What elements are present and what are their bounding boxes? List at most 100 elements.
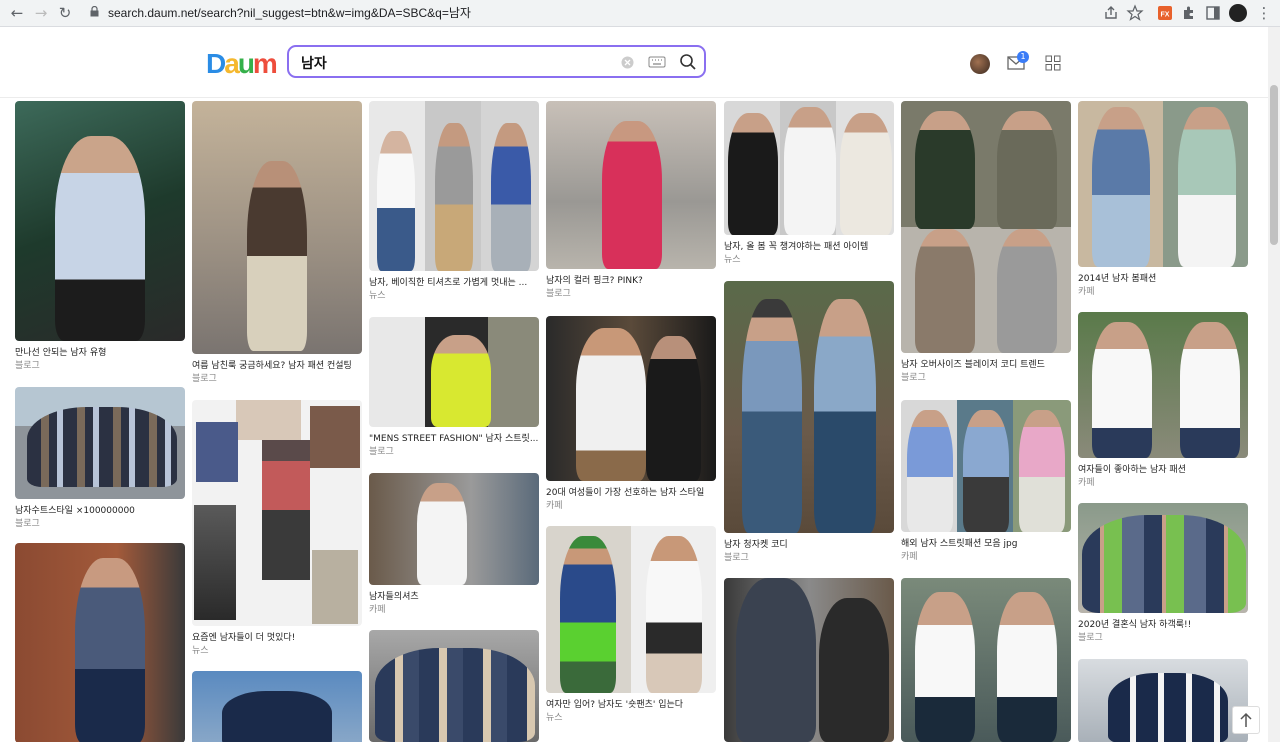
- result-source: 카페: [369, 605, 386, 615]
- result-thumbnail[interactable]: [15, 101, 185, 341]
- user-avatar[interactable]: [970, 54, 990, 74]
- result-caption[interactable]: 남자, 올 봄 꼭 챙겨야하는 패션 아이템: [724, 241, 894, 253]
- result-thumbnail[interactable]: [724, 281, 894, 533]
- search-input[interactable]: [299, 51, 603, 75]
- result-source: 블로그: [192, 374, 217, 384]
- image-result[interactable]: 해외 남자 스트릿패션 모음 jpg 카페: [901, 400, 1071, 563]
- result-caption[interactable]: "MENS STREET FASHION" 남자 스트릿...: [369, 433, 539, 445]
- puzzle-icon[interactable]: [1180, 4, 1198, 22]
- image-result[interactable]: 2020년 결혼식 남자 하객룩!! 블로그: [1078, 503, 1248, 644]
- result-thumbnail[interactable]: [369, 473, 539, 585]
- profile-avatar[interactable]: [1229, 4, 1247, 22]
- extension-icon[interactable]: FX: [1156, 4, 1174, 22]
- result-source: 뉴스: [369, 291, 386, 301]
- result-source: 블로그: [15, 361, 40, 371]
- result-caption[interactable]: 2014년 남자 봄패션: [1078, 273, 1248, 285]
- image-result[interactable]: 만나선 안되는 남자 유형 블로그: [15, 101, 185, 372]
- result-caption[interactable]: 남자의 컬러 핑크? PINK?: [546, 275, 716, 287]
- result-thumbnail[interactable]: [901, 101, 1071, 353]
- back-icon[interactable]: ←: [7, 3, 27, 23]
- image-result[interactable]: 남자수트스타일 ×100000000 블로그: [15, 387, 185, 530]
- image-result[interactable]: [1078, 659, 1248, 742]
- result-thumbnail[interactable]: [724, 578, 894, 742]
- result-source: 블로그: [546, 289, 571, 299]
- address-bar[interactable]: search.daum.net/search?nil_suggest=btn&w…: [108, 4, 471, 22]
- result-source: 카페: [1078, 478, 1095, 488]
- result-thumbnail[interactable]: [1078, 659, 1248, 742]
- result-thumbnail[interactable]: [1078, 312, 1248, 458]
- image-result[interactable]: 2014년 남자 봄패션 카페: [1078, 101, 1248, 298]
- result-source: 블로그: [1078, 633, 1103, 643]
- image-result[interactable]: [369, 630, 539, 742]
- image-result[interactable]: 남자 청자켓 코디 블로그: [724, 281, 894, 564]
- image-result[interactable]: 남자, 올 봄 꼭 챙겨야하는 패션 아이템 뉴스: [724, 101, 894, 266]
- result-caption[interactable]: 20대 여성들이 가장 선호하는 남자 스타일: [546, 487, 716, 499]
- apps-grid-icon[interactable]: [1045, 55, 1061, 71]
- result-source: 카페: [1078, 287, 1095, 297]
- image-result[interactable]: 남자의 컬러 핑크? PINK? 블로그: [546, 101, 716, 300]
- share-icon[interactable]: [1102, 4, 1120, 22]
- result-caption[interactable]: 여자만 입어? 남자도 '숏팬츠' 입는다: [546, 699, 716, 711]
- forward-icon[interactable]: →: [31, 3, 51, 23]
- result-source: 카페: [901, 552, 918, 562]
- keyboard-icon[interactable]: [648, 55, 666, 69]
- result-thumbnail[interactable]: [546, 101, 716, 269]
- search-box[interactable]: [287, 45, 706, 78]
- result-caption[interactable]: 여자들이 좋아하는 남자 패션: [1078, 464, 1248, 476]
- result-caption[interactable]: 남자 청자켓 코디: [724, 539, 894, 551]
- image-result[interactable]: 여름 남친룩 궁금하세요? 남자 패션 컨설팅 블로그: [192, 101, 362, 385]
- result-thumbnail[interactable]: [192, 400, 362, 626]
- result-thumbnail[interactable]: [192, 101, 362, 354]
- image-result[interactable]: [192, 671, 362, 742]
- result-caption[interactable]: 남자, 베이직한 티셔츠로 가볍게 멋내는 ...: [369, 277, 539, 289]
- image-result[interactable]: 요즘엔 남자들이 더 멋있다! 뉴스: [192, 400, 362, 657]
- image-result[interactable]: 여자들이 좋아하는 남자 패션 카페: [1078, 312, 1248, 489]
- result-thumbnail[interactable]: [1078, 101, 1248, 267]
- result-thumbnail[interactable]: [369, 317, 539, 427]
- image-result[interactable]: 남자, 베이직한 티셔츠로 가볍게 멋내는 ... 뉴스: [369, 101, 539, 302]
- result-source: 블로그: [15, 519, 40, 529]
- image-result[interactable]: 20대 여성들이 가장 선호하는 남자 스타일 카페: [546, 316, 716, 512]
- result-thumbnail[interactable]: [724, 101, 894, 235]
- image-result[interactable]: 남자들의셔츠 카페: [369, 473, 539, 616]
- result-thumbnail[interactable]: [15, 543, 185, 742]
- result-thumbnail[interactable]: [369, 630, 539, 742]
- result-caption[interactable]: 남자수트스타일 ×100000000: [15, 505, 185, 517]
- bookmark-star-icon[interactable]: [1126, 4, 1144, 22]
- image-result[interactable]: "MENS STREET FASHION" 남자 스트릿... 블로그: [369, 317, 539, 458]
- result-caption[interactable]: 남자 오버사이즈 블레이저 코디 트렌드: [901, 359, 1071, 371]
- result-caption[interactable]: 해외 남자 스트릿패션 모음 jpg: [901, 538, 1071, 550]
- result-thumbnail[interactable]: [546, 316, 716, 481]
- sidepanel-icon[interactable]: [1204, 4, 1222, 22]
- result-caption[interactable]: 요즘엔 남자들이 더 멋있다!: [192, 632, 362, 644]
- result-source: 뉴스: [546, 713, 563, 723]
- result-source: 뉴스: [724, 255, 741, 265]
- reload-icon[interactable]: ↻: [55, 3, 75, 23]
- mail-badge: 1: [1017, 51, 1029, 63]
- browser-toolbar: ← → ↻ search.daum.net/search?nil_suggest…: [0, 0, 1280, 27]
- scrollbar-thumb[interactable]: [1270, 85, 1278, 245]
- result-thumbnail[interactable]: [901, 400, 1071, 532]
- clear-icon[interactable]: [621, 56, 634, 69]
- image-result[interactable]: [901, 578, 1071, 742]
- result-caption[interactable]: 2020년 결혼식 남자 하객룩!!: [1078, 619, 1248, 631]
- image-result[interactable]: 남자 오버사이즈 블레이저 코디 트렌드 블로그: [901, 101, 1071, 384]
- result-thumbnail[interactable]: [901, 578, 1071, 742]
- daum-logo[interactable]: Daum: [206, 48, 278, 80]
- result-caption[interactable]: 남자들의셔츠: [369, 591, 539, 603]
- result-caption[interactable]: 여름 남친룩 궁금하세요? 남자 패션 컨설팅: [192, 360, 362, 372]
- image-result[interactable]: [724, 578, 894, 742]
- result-thumbnail[interactable]: [192, 671, 362, 742]
- menu-icon[interactable]: ⋮: [1254, 3, 1274, 23]
- scroll-to-top-button[interactable]: [1232, 706, 1260, 734]
- result-thumbnail[interactable]: [369, 101, 539, 271]
- result-thumbnail[interactable]: [546, 526, 716, 693]
- svg-text:FX: FX: [1161, 12, 1170, 19]
- image-results-grid: 만나선 안되는 남자 유형 블로그 남자수트스타일 ×100000000 블로그…: [0, 98, 1268, 742]
- image-result[interactable]: [15, 543, 185, 742]
- search-icon[interactable]: [679, 53, 697, 71]
- result-thumbnail[interactable]: [15, 387, 185, 499]
- result-thumbnail[interactable]: [1078, 503, 1248, 613]
- image-result[interactable]: 여자만 입어? 남자도 '숏팬츠' 입는다 뉴스: [546, 526, 716, 724]
- result-caption[interactable]: 만나선 안되는 남자 유형: [15, 347, 185, 359]
